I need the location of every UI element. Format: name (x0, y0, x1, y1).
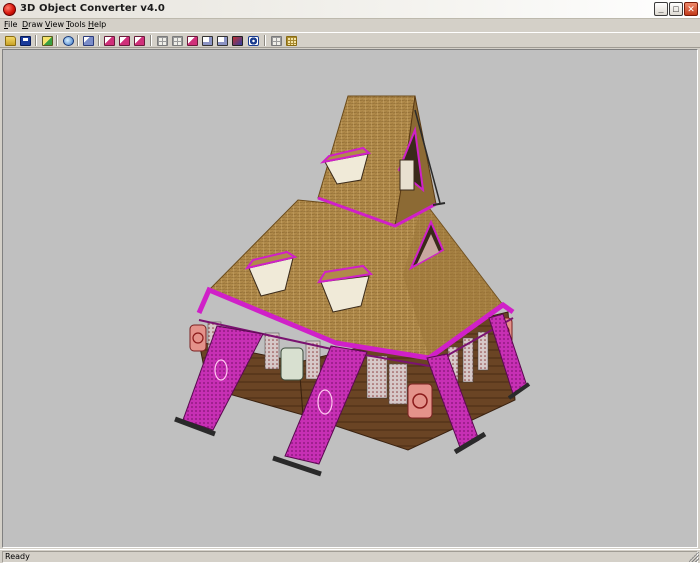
grid-alt-icon (171, 35, 183, 46)
side-view-icon (118, 35, 130, 46)
globe-icon (62, 35, 74, 46)
app-logo-icon[interactable] (3, 3, 16, 16)
top-view-button[interactable] (132, 34, 146, 47)
grid-alt-button[interactable] (170, 34, 184, 47)
mesh-render-button[interactable] (246, 34, 260, 47)
toolbar-separator (56, 35, 58, 46)
bounding-box-icon (186, 35, 198, 46)
box-icon (201, 35, 213, 46)
texture-grid-icon (270, 35, 282, 46)
close-button[interactable]: ✕ (684, 2, 698, 16)
save-button[interactable] (18, 34, 32, 47)
title-bar[interactable]: 3D Object Converter v4.0 _ □ ✕ (0, 0, 700, 19)
front-view-icon (103, 35, 115, 46)
toolbar-separator (98, 35, 100, 46)
toolbar-separator (35, 35, 37, 46)
solid-render-icon (231, 35, 243, 46)
menu-file[interactable]: File (4, 20, 17, 29)
import-icon (41, 35, 53, 46)
open-folder-icon (4, 35, 16, 46)
save-disk-icon (19, 35, 31, 46)
side-view-button[interactable] (117, 34, 131, 47)
minimize-button[interactable]: _ (654, 2, 668, 16)
globe-button[interactable] (61, 34, 75, 47)
grid-button[interactable] (155, 34, 169, 47)
wire-box-icon (216, 35, 228, 46)
texture-gold-button[interactable] (284, 34, 298, 47)
resize-grip-icon[interactable] (689, 552, 699, 562)
menu-tools[interactable]: Tools (66, 20, 86, 29)
menu-help[interactable]: Help (88, 20, 106, 29)
app-window: 3D Object Converter v4.0 _ □ ✕ File Draw… (0, 0, 700, 563)
menu-view[interactable]: View (45, 20, 64, 29)
box-button[interactable] (200, 34, 214, 47)
texture-grid-button[interactable] (269, 34, 283, 47)
maximize-button[interactable]: □ (669, 2, 683, 16)
grid-icon (156, 35, 168, 46)
solid-render-button[interactable] (230, 34, 244, 47)
status-panel: Ready (2, 551, 698, 563)
window-title: 3D Object Converter v4.0 (20, 3, 165, 14)
front-view-button[interactable] (102, 34, 116, 47)
cube-view-button[interactable] (81, 34, 95, 47)
status-bar: Ready (0, 549, 700, 563)
toolbar-separator (150, 35, 152, 46)
menu-bar: File Draw View Tools Help (0, 19, 700, 32)
cube-view-icon (82, 35, 94, 46)
toolbar-separator (264, 35, 266, 46)
3d-viewport[interactable] (2, 49, 698, 548)
mesh-render-icon (247, 35, 259, 46)
top-view-icon (133, 35, 145, 46)
menu-draw[interactable]: Draw (22, 20, 43, 29)
open-button[interactable] (3, 34, 17, 47)
wire-box-button[interactable] (215, 34, 229, 47)
toolbar-separator (77, 35, 79, 46)
status-text: Ready (5, 552, 30, 561)
toolbar (0, 32, 700, 48)
house-3d-model[interactable] (3, 50, 697, 547)
bounding-box-button[interactable] (185, 34, 199, 47)
import-button[interactable] (40, 34, 54, 47)
texture-gold-icon (285, 35, 297, 46)
